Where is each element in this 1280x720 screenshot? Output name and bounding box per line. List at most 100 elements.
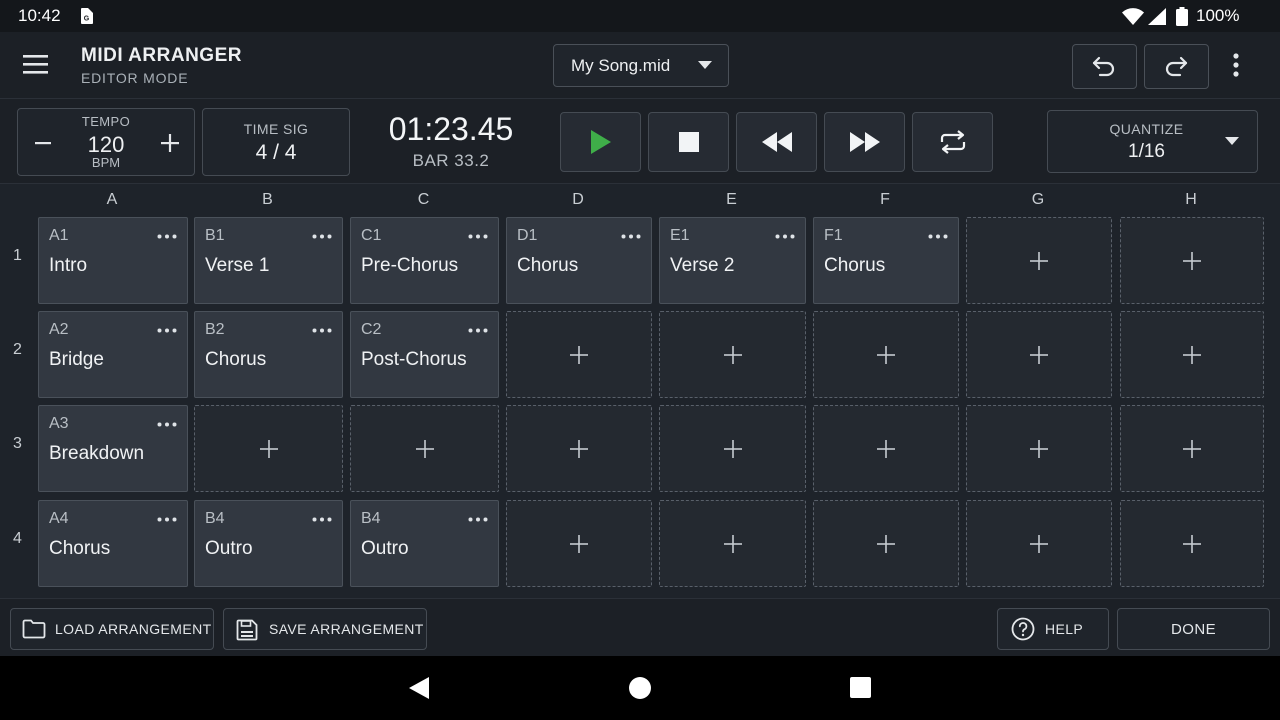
done-label: DONE	[1171, 621, 1216, 638]
position-clock: 01:23.45	[388, 111, 514, 147]
more-vert-icon[interactable]	[1232, 52, 1240, 78]
clip-id: E1	[670, 227, 690, 244]
more-horiz-icon[interactable]	[157, 234, 177, 239]
column-header: A	[106, 191, 118, 208]
add-icon	[570, 534, 588, 553]
back-icon[interactable]	[408, 676, 430, 700]
clip-name: Outro	[205, 538, 253, 559]
add-icon	[723, 439, 742, 458]
more-horiz-icon[interactable]	[468, 234, 488, 239]
system-nav-bar	[0, 656, 1280, 720]
clip-id: A4	[49, 510, 69, 527]
save-arrangement-label: SAVE ARRANGEMENT	[269, 621, 424, 637]
empty-slot[interactable]	[966, 405, 1112, 492]
recents-icon[interactable]	[850, 677, 871, 698]
file-name: My Song.mid	[571, 56, 671, 75]
add-icon	[877, 534, 895, 553]
quantize-selector[interactable]: QUANTIZE 1/16	[1047, 110, 1258, 173]
column-header: G	[1031, 191, 1045, 208]
clip-cell[interactable]: F1 Chorus	[813, 217, 959, 304]
clip-cell[interactable]: E1 Verse 2	[659, 217, 806, 304]
help-icon	[1011, 617, 1035, 641]
tempo-decrease-icon[interactable]	[34, 134, 52, 152]
done-button[interactable]: DONE	[1117, 608, 1270, 650]
redo-button[interactable]	[1144, 44, 1209, 89]
column-header: D	[572, 191, 584, 208]
empty-slot[interactable]	[194, 405, 343, 492]
more-horiz-icon[interactable]	[621, 234, 641, 239]
empty-slot[interactable]	[966, 217, 1112, 304]
clip-cell[interactable]: A2 Bridge	[38, 311, 188, 398]
clip-name: Chorus	[205, 349, 267, 370]
time-signature-control[interactable]: TIME SIG 4 / 4	[202, 108, 350, 176]
loop-button[interactable]	[912, 112, 993, 172]
add-icon	[723, 534, 742, 553]
clip-cell[interactable]: D1 Chorus	[506, 217, 652, 304]
clip-name: Chorus	[517, 255, 579, 276]
status-time: 10:42	[18, 6, 61, 25]
add-icon	[1030, 345, 1048, 364]
clip-name: Breakdown	[49, 443, 145, 464]
add-icon	[723, 345, 742, 364]
tempo-increase-icon[interactable]	[160, 133, 180, 153]
folder-icon	[22, 619, 46, 639]
empty-slot[interactable]	[1120, 311, 1264, 398]
empty-slot[interactable]	[813, 405, 959, 492]
clip-cell[interactable]: A4 Chorus	[38, 500, 188, 587]
clip-cell[interactable]: B2 Chorus	[194, 311, 343, 398]
rewind-icon	[761, 132, 792, 152]
home-icon[interactable]	[628, 676, 652, 700]
save-arrangement-button[interactable]: SAVE ARRANGEMENT	[223, 608, 427, 650]
clip-cell[interactable]: A1 Intro	[38, 217, 188, 304]
more-horiz-icon[interactable]	[157, 422, 177, 427]
empty-slot[interactable]	[350, 405, 499, 492]
load-arrangement-label: LOAD ARRANGEMENT	[55, 621, 212, 637]
file-selector[interactable]: My Song.mid	[553, 44, 729, 87]
help-button[interactable]: HELP	[997, 608, 1109, 650]
fast-forward-button[interactable]	[824, 112, 905, 172]
more-horiz-icon[interactable]	[312, 234, 332, 239]
clip-id: B4	[361, 510, 381, 527]
more-horiz-icon[interactable]	[775, 234, 795, 239]
clip-name: Chorus	[49, 538, 111, 559]
undo-button[interactable]	[1072, 44, 1137, 89]
more-horiz-icon[interactable]	[928, 234, 948, 239]
empty-slot[interactable]	[1120, 405, 1264, 492]
empty-slot[interactable]	[659, 405, 806, 492]
clip-cell[interactable]: A3 Breakdown	[38, 405, 188, 492]
clip-id: B2	[205, 321, 225, 338]
transport-bar: TEMPO 120 BPM TIME SIG 4 / 4 01:23.45 BA…	[0, 98, 1280, 184]
empty-slot[interactable]	[1120, 217, 1264, 304]
empty-slot[interactable]	[506, 311, 652, 398]
more-horiz-icon[interactable]	[312, 517, 332, 522]
clip-id: C2	[361, 321, 382, 338]
clip-cell[interactable]: B1 Verse 1	[194, 217, 343, 304]
empty-slot[interactable]	[659, 500, 806, 587]
more-horiz-icon[interactable]	[157, 517, 177, 522]
load-arrangement-button[interactable]: LOAD ARRANGEMENT	[10, 608, 214, 650]
more-horiz-icon[interactable]	[468, 328, 488, 333]
tempo-unit: BPM	[91, 155, 121, 170]
empty-slot[interactable]	[813, 311, 959, 398]
empty-slot[interactable]	[813, 500, 959, 587]
rewind-button[interactable]	[736, 112, 817, 172]
column-header: H	[1185, 191, 1197, 208]
clip-cell[interactable]: C2 Post-Chorus	[350, 311, 499, 398]
empty-slot[interactable]	[659, 311, 806, 398]
more-horiz-icon[interactable]	[157, 328, 177, 333]
play-button[interactable]	[560, 112, 641, 172]
arrangement-grid: A B C D E F G H 1 2 3 4 A1 Intro B1 Verse 1 C1 Pre-Chorus…	[0, 185, 1280, 598]
empty-slot[interactable]	[506, 500, 652, 587]
hamburger-icon[interactable]	[22, 53, 50, 75]
clip-cell[interactable]: B4 Outro	[350, 500, 499, 587]
more-horiz-icon[interactable]	[312, 328, 332, 333]
empty-slot[interactable]	[966, 311, 1112, 398]
empty-slot[interactable]	[966, 500, 1112, 587]
more-horiz-icon[interactable]	[468, 517, 488, 522]
empty-slot[interactable]	[506, 405, 652, 492]
clip-cell[interactable]: B4 Outro	[194, 500, 343, 587]
empty-slot[interactable]	[1120, 500, 1264, 587]
chevron-down-icon	[1225, 137, 1239, 145]
stop-button[interactable]	[648, 112, 729, 172]
clip-cell[interactable]: C1 Pre-Chorus	[350, 217, 499, 304]
